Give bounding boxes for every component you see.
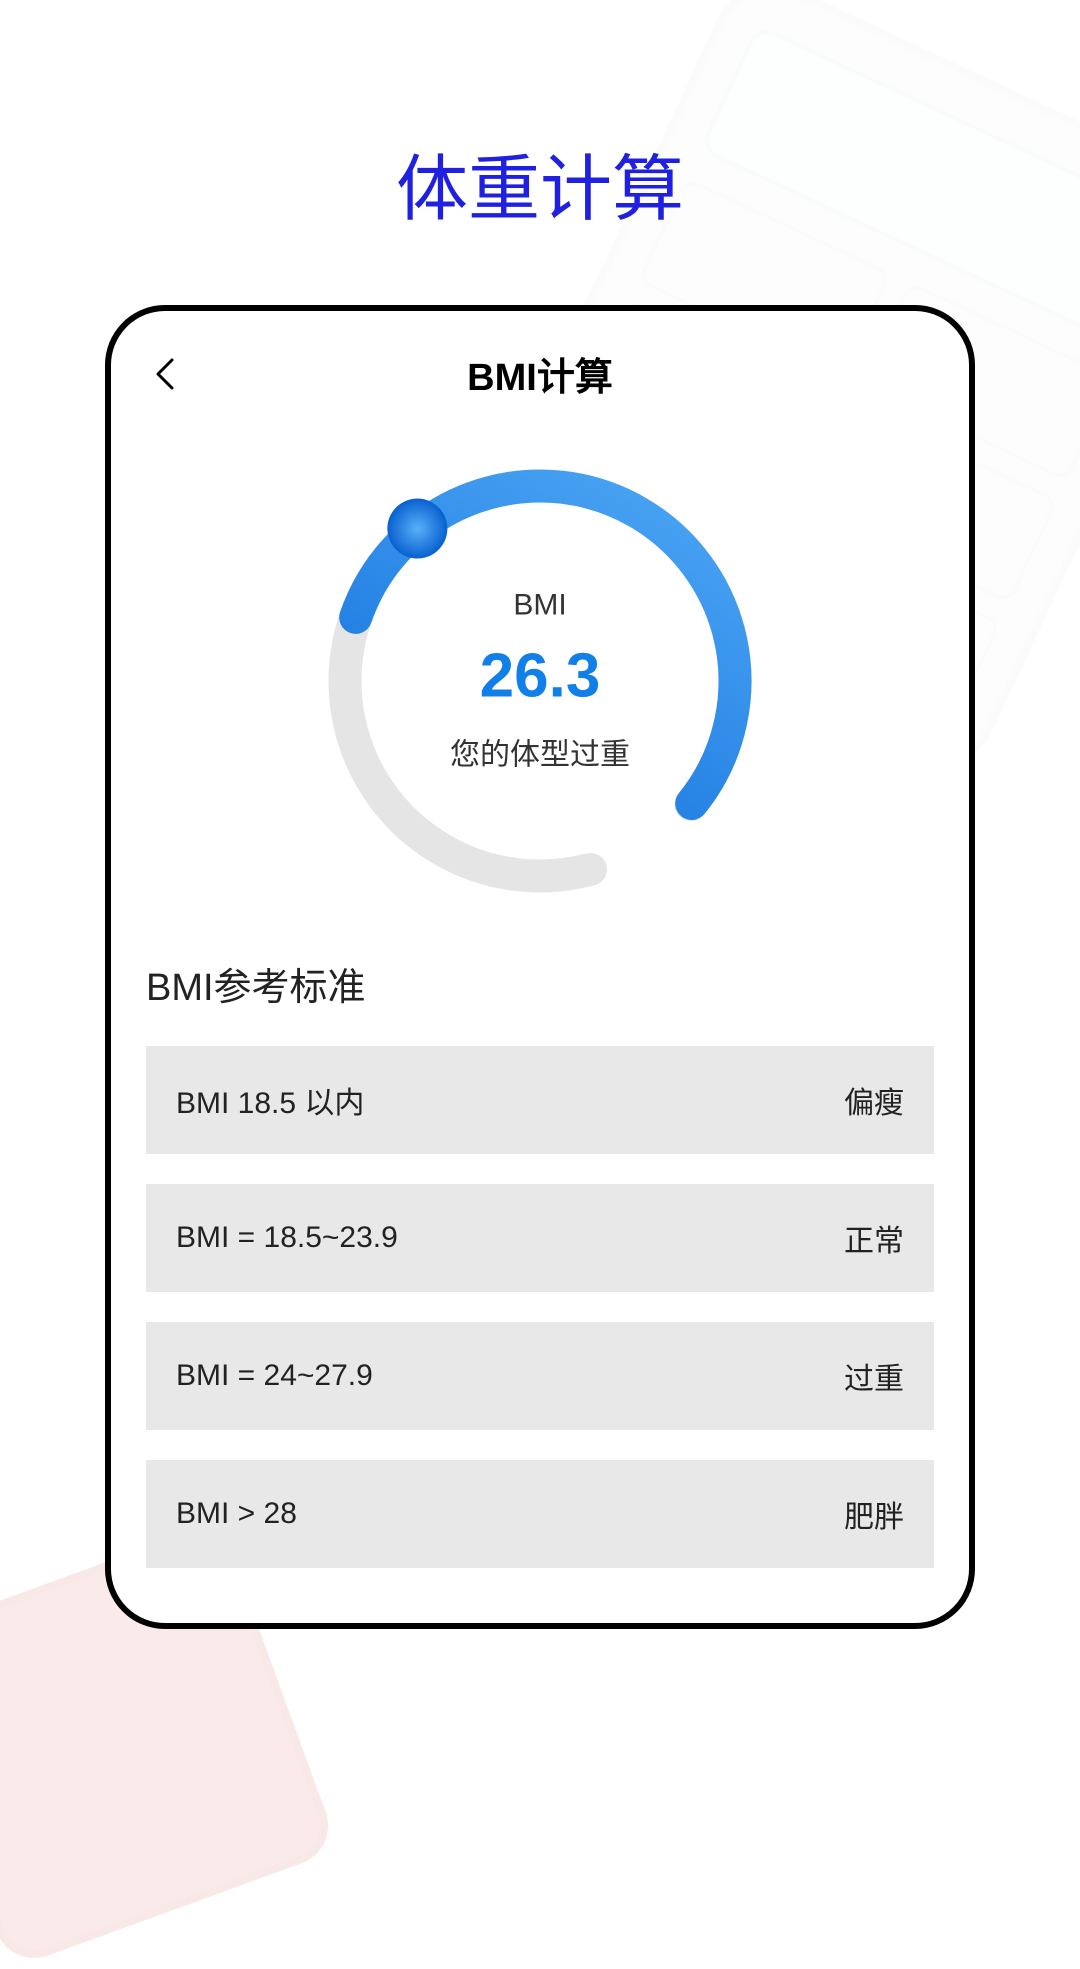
app-header: BMI计算 [146,326,934,436]
standard-label: 正常 [844,1216,904,1260]
bmi-gauge-container: BMI 26.3 您的体型过重 [146,436,934,956]
standard-range: BMI 18.5 以内 [176,1078,364,1122]
standard-row: BMI = 18.5~23.9 正常 [146,1184,934,1292]
page-title: 体重计算 [0,0,1080,305]
gauge-value: 26.3 [315,641,765,712]
standards-list: BMI 18.5 以内 偏瘦 BMI = 18.5~23.9 正常 BMI = … [146,1046,934,1568]
standard-label: 过重 [844,1354,904,1398]
standard-row: BMI > 28 肥胖 [146,1460,934,1568]
standard-label: 肥胖 [844,1492,904,1536]
gauge-status: 您的体型过重 [315,730,765,774]
standard-range: BMI = 18.5~23.9 [176,1221,398,1255]
standard-label: 偏瘦 [844,1078,904,1122]
standard-row: BMI 18.5 以内 偏瘦 [146,1046,934,1154]
bmi-gauge: BMI 26.3 您的体型过重 [315,456,765,906]
back-icon[interactable] [146,354,186,394]
standard-row: BMI = 24~27.9 过重 [146,1322,934,1430]
standards-title: BMI参考标准 [146,956,934,1011]
app-title: BMI计算 [186,346,934,401]
standard-range: BMI > 28 [176,1497,297,1531]
gauge-label: BMI [315,589,765,623]
phone-frame: BMI计算 BMI [105,305,975,1629]
standard-range: BMI = 24~27.9 [176,1359,373,1393]
